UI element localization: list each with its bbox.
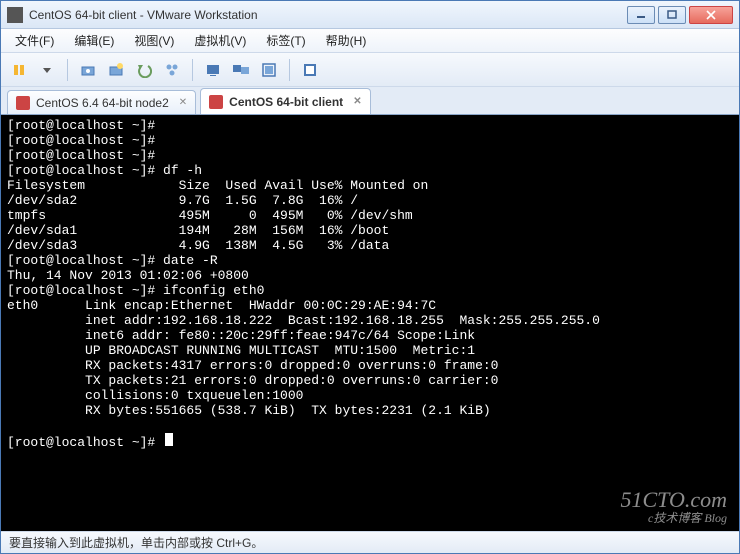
revert-button[interactable] [132, 58, 156, 82]
menu-view[interactable]: 视图(V) [128, 30, 180, 51]
vmware-window: CentOS 64-bit client - VMware Workstatio… [0, 0, 740, 554]
menu-vm[interactable]: 虚拟机(V) [188, 30, 252, 51]
multi-monitor-button[interactable] [229, 58, 253, 82]
terminal-console[interactable]: [root@localhost ~]# [root@localhost ~]# … [1, 115, 739, 531]
status-text: 要直接输入到此虚拟机，单击内部或按 Ctrl+G。 [9, 534, 263, 551]
tab-label: CentOS 64-bit client [229, 95, 343, 109]
statusbar: 要直接输入到此虚拟机，单击内部或按 Ctrl+G。 [1, 531, 739, 553]
show-console-button[interactable] [201, 58, 225, 82]
close-icon[interactable]: ✕ [353, 96, 361, 107]
vm-icon [209, 95, 223, 109]
menubar: 文件(F) 编辑(E) 视图(V) 虚拟机(V) 标签(T) 帮助(H) [1, 29, 739, 53]
window-title: CentOS 64-bit client - VMware Workstatio… [29, 8, 627, 22]
titlebar[interactable]: CentOS 64-bit client - VMware Workstatio… [1, 1, 739, 29]
vm-icon [16, 96, 30, 110]
close-button[interactable] [689, 6, 733, 24]
fullscreen-button[interactable] [257, 58, 281, 82]
toolbar [1, 53, 739, 87]
unity-button[interactable] [298, 58, 322, 82]
menu-help[interactable]: 帮助(H) [320, 30, 373, 51]
dropdown-icon[interactable] [35, 58, 59, 82]
menu-file[interactable]: 文件(F) [9, 30, 60, 51]
snapshot-manager-button[interactable] [160, 58, 184, 82]
menu-tabs[interactable]: 标签(T) [260, 30, 311, 51]
snapshot-button[interactable] [76, 58, 100, 82]
pause-button[interactable] [7, 58, 31, 82]
window-controls [627, 6, 733, 24]
tab-label: CentOS 6.4 64-bit node2 [36, 96, 169, 110]
separator [289, 59, 290, 81]
menu-edit[interactable]: 编辑(E) [68, 30, 120, 51]
separator [192, 59, 193, 81]
maximize-button[interactable] [658, 6, 686, 24]
tabbar: CentOS 6.4 64-bit node2 ✕ CentOS 64-bit … [1, 87, 739, 115]
tab-node2[interactable]: CentOS 6.4 64-bit node2 ✕ [7, 90, 196, 114]
snapshot-new-button[interactable] [104, 58, 128, 82]
separator [67, 59, 68, 81]
close-icon[interactable]: ✕ [179, 97, 187, 108]
tab-client[interactable]: CentOS 64-bit client ✕ [200, 88, 370, 114]
minimize-button[interactable] [627, 6, 655, 24]
app-icon [7, 7, 23, 23]
